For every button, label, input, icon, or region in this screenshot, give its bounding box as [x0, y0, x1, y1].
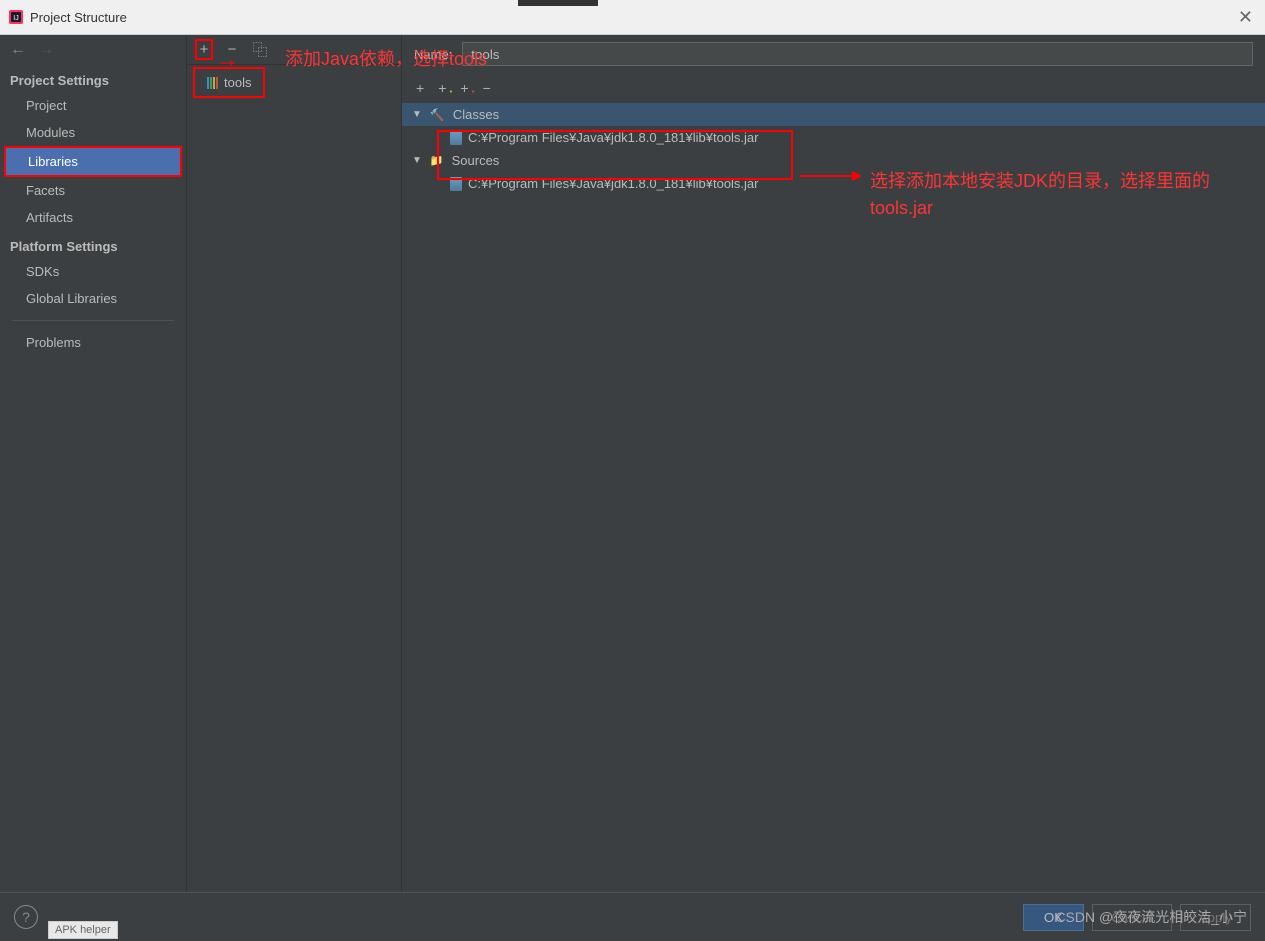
sources-label: Sources — [452, 153, 500, 168]
middle-panel: + − ⿻ tools — [187, 35, 402, 892]
sidebar-item-project[interactable]: Project — [0, 92, 186, 119]
apk-helper-tooltip: APK helper — [48, 921, 118, 939]
svg-text:IJ: IJ — [13, 15, 18, 22]
nav-back-icon[interactable]: ← — [10, 41, 26, 59]
classes-path: C:¥Program Files¥Java¥jdk1.8.0_181¥lib¥t… — [468, 130, 759, 145]
tree-add-button[interactable]: + — [416, 80, 424, 96]
sources-path: C:¥Program Files¥Java¥jdk1.8.0_181¥lib¥t… — [468, 176, 759, 191]
tree-classes-header[interactable]: ▼ 🔨 Classes — [402, 103, 1265, 126]
sidebar-item-artifacts[interactable]: Artifacts — [0, 204, 186, 231]
close-icon[interactable]: ✕ — [1238, 7, 1253, 28]
tree-remove-button[interactable]: − — [483, 80, 491, 96]
tree-add3-button[interactable]: +▪ — [460, 80, 468, 96]
jar-icon — [450, 177, 462, 191]
add-library-button[interactable]: + — [195, 39, 213, 60]
jar-icon — [450, 131, 462, 145]
sidebar-item-facets[interactable]: Facets — [0, 177, 186, 204]
content-panel: Name: + +▪ +▪ − ▼ 🔨 Classes C:¥Program F… — [402, 35, 1265, 892]
name-label: Name: — [414, 47, 452, 62]
folder-icon: 📁 — [430, 154, 444, 167]
sidebar-item-sdks[interactable]: SDKs — [0, 258, 186, 285]
classes-label: Classes — [453, 107, 499, 122]
tree-sources-header[interactable]: ▼ 📁 Sources — [402, 149, 1265, 172]
expand-icon: ▼ — [412, 155, 422, 166]
help-button[interactable]: ? — [14, 905, 38, 929]
nav-forward-icon: → — [38, 41, 54, 59]
copy-library-button[interactable]: ⿻ — [251, 39, 269, 60]
divider — [12, 320, 174, 321]
sidebar-item-libraries[interactable]: Libraries — [6, 148, 180, 175]
expand-icon: ▼ — [412, 109, 422, 120]
app-icon: IJ — [8, 9, 24, 25]
footer: ? OK Cancel Apply CSDN @夜夜流光相皎洁_小宁 — [0, 892, 1265, 941]
section-platform-settings: Platform Settings — [0, 231, 186, 258]
name-input[interactable] — [462, 42, 1253, 66]
titlebar-accent — [518, 0, 598, 6]
tree-item-classes-jar[interactable]: C:¥Program Files¥Java¥jdk1.8.0_181¥lib¥t… — [402, 126, 1265, 149]
titlebar: IJ Project Structure ✕ — [0, 0, 1265, 35]
sidebar: ← → Project Settings Project Modules Lib… — [0, 35, 187, 892]
section-project-settings: Project Settings — [0, 65, 186, 92]
library-icon — [207, 77, 218, 89]
sidebar-item-modules[interactable]: Modules — [0, 119, 186, 146]
annotation-arrow-2 — [800, 175, 860, 177]
window-title: Project Structure — [30, 10, 127, 25]
hammer-icon: 🔨 — [430, 108, 445, 122]
remove-library-button[interactable]: − — [223, 41, 241, 58]
watermark: CSDN @夜夜流光相皎洁_小宁 — [1055, 907, 1247, 927]
library-label: tools — [224, 75, 251, 90]
tree-add2-button[interactable]: +▪ — [438, 80, 446, 96]
sidebar-item-global-libraries[interactable]: Global Libraries — [0, 285, 186, 312]
library-item-tools[interactable]: tools — [199, 71, 259, 94]
sidebar-item-problems[interactable]: Problems — [0, 329, 186, 356]
